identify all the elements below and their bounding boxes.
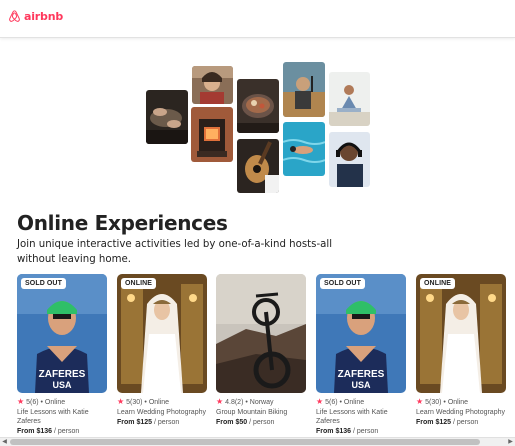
card-price-unit: / person bbox=[452, 419, 479, 426]
collage-image-food-bowl bbox=[237, 79, 279, 133]
scrollbar-thumb[interactable] bbox=[10, 439, 480, 445]
card-image-bride[interactable]: ONLINE bbox=[416, 274, 506, 393]
collage-image-guitar bbox=[237, 139, 279, 193]
star-icon: ★ bbox=[117, 397, 125, 406]
card-meta: ★ 5(30) • Online bbox=[117, 397, 170, 406]
section-subtitle: Join unique interactive activities led b… bbox=[17, 239, 333, 265]
collage-image-swimmer bbox=[283, 122, 325, 176]
svg-text:USA: USA bbox=[351, 380, 371, 390]
card-location: Norway bbox=[249, 399, 274, 406]
card-price: From $136 / person bbox=[316, 427, 406, 436]
card-meta: ★ 4.8(2) • Norway bbox=[216, 397, 274, 406]
card-price-amount: From $125 bbox=[117, 419, 153, 426]
card-rating: 5(6) bbox=[26, 399, 39, 406]
card-price-unit: / person bbox=[53, 428, 80, 435]
card-rating: 5(6) bbox=[325, 399, 338, 406]
card-image-athlete[interactable]: ZAFERES USA SOLD OUT bbox=[316, 274, 406, 393]
svg-text:ZAFERES: ZAFERES bbox=[338, 369, 385, 380]
card-location: Online bbox=[44, 399, 66, 406]
scroll-right-icon[interactable]: ▶ bbox=[506, 438, 515, 446]
experience-card[interactable]: ONLINE ★ 5(30) • Online Learn Wedding Ph… bbox=[416, 274, 506, 427]
top-header: airbnb bbox=[0, 0, 515, 38]
card-image-athlete[interactable]: ZAFERES USA SOLD OUT bbox=[17, 274, 107, 393]
card-title: Life Lessons with Katie Zaferes bbox=[17, 409, 89, 425]
card-image-mountain-bike[interactable] bbox=[216, 274, 306, 393]
card-location: Online bbox=[343, 399, 365, 406]
experience-card[interactable]: ★ 4.8(2) • Norway Group Mountain Biking … bbox=[216, 274, 306, 427]
card-price-unit: / person bbox=[352, 428, 379, 435]
card-price-amount: From $136 bbox=[316, 428, 352, 435]
collage-image-singer bbox=[283, 62, 325, 117]
card-price-amount: From $125 bbox=[416, 419, 452, 426]
card-price: From $125 / person bbox=[117, 418, 207, 427]
collage-image-host-portrait bbox=[192, 66, 233, 104]
card-meta: ★ 5(6) • Online bbox=[316, 397, 365, 406]
star-icon: ★ bbox=[216, 397, 224, 406]
card-title: Learn Wedding Photography bbox=[416, 409, 505, 416]
collage-image-dj bbox=[329, 132, 370, 187]
card-badge: SOLD OUT bbox=[21, 278, 66, 289]
card-title: Learn Wedding Photography bbox=[117, 409, 206, 416]
card-title: Life Lessons with Katie Zaferes bbox=[316, 409, 388, 425]
card-rating: 5(30) bbox=[126, 399, 143, 406]
card-meta: ★ 5(30) • Online bbox=[416, 397, 469, 406]
card-price: From $50 / person bbox=[216, 418, 306, 427]
card-meta: ★ 5(6) • Online bbox=[17, 397, 66, 406]
collage-image-stove bbox=[191, 107, 233, 162]
collage-image-yoga bbox=[329, 72, 370, 126]
horizontal-scrollbar[interactable]: ◀ ▶ bbox=[0, 437, 515, 446]
card-rating: 4.8(2) bbox=[225, 399, 244, 406]
card-price: From $125 / person bbox=[416, 418, 506, 427]
star-icon: ★ bbox=[17, 397, 25, 406]
svg-text:ZAFERES: ZAFERES bbox=[39, 369, 86, 380]
card-title: Group Mountain Biking bbox=[216, 409, 288, 416]
airbnb-icon bbox=[9, 10, 20, 22]
section-title: Online Experiences bbox=[17, 211, 228, 235]
card-location: Online bbox=[447, 399, 469, 406]
card-rating: 5(30) bbox=[425, 399, 442, 406]
card-price-amount: From $136 bbox=[17, 428, 53, 435]
collage-image-crafting bbox=[146, 90, 188, 144]
svg-text:USA: USA bbox=[52, 380, 72, 390]
card-price-unit: / person bbox=[249, 419, 275, 426]
star-icon: ★ bbox=[316, 397, 324, 406]
card-badge: ONLINE bbox=[121, 278, 157, 289]
card-badge: ONLINE bbox=[420, 278, 456, 289]
airbnb-logo[interactable]: airbnb bbox=[8, 10, 63, 23]
scroll-left-icon[interactable]: ◀ bbox=[0, 438, 9, 446]
star-icon: ★ bbox=[416, 397, 424, 406]
experience-card[interactable]: ZAFERES USA SOLD OUT ★ 5(6) • Online Lif… bbox=[316, 274, 406, 436]
card-price-amount: From $50 bbox=[216, 419, 248, 426]
card-image-bride[interactable]: ONLINE bbox=[117, 274, 207, 393]
card-price: From $136 / person bbox=[17, 427, 107, 436]
logo-text: airbnb bbox=[24, 10, 63, 23]
experience-card[interactable]: ZAFERES USA SOLD OUT ★ 5(6) • Online Lif… bbox=[17, 274, 107, 436]
card-location: Online bbox=[148, 399, 170, 406]
card-price-unit: / person bbox=[153, 419, 180, 426]
card-badge: SOLD OUT bbox=[320, 278, 365, 289]
experience-card[interactable]: ONLINE ★ 5(30) • Online Learn Wedding Ph… bbox=[117, 274, 207, 427]
